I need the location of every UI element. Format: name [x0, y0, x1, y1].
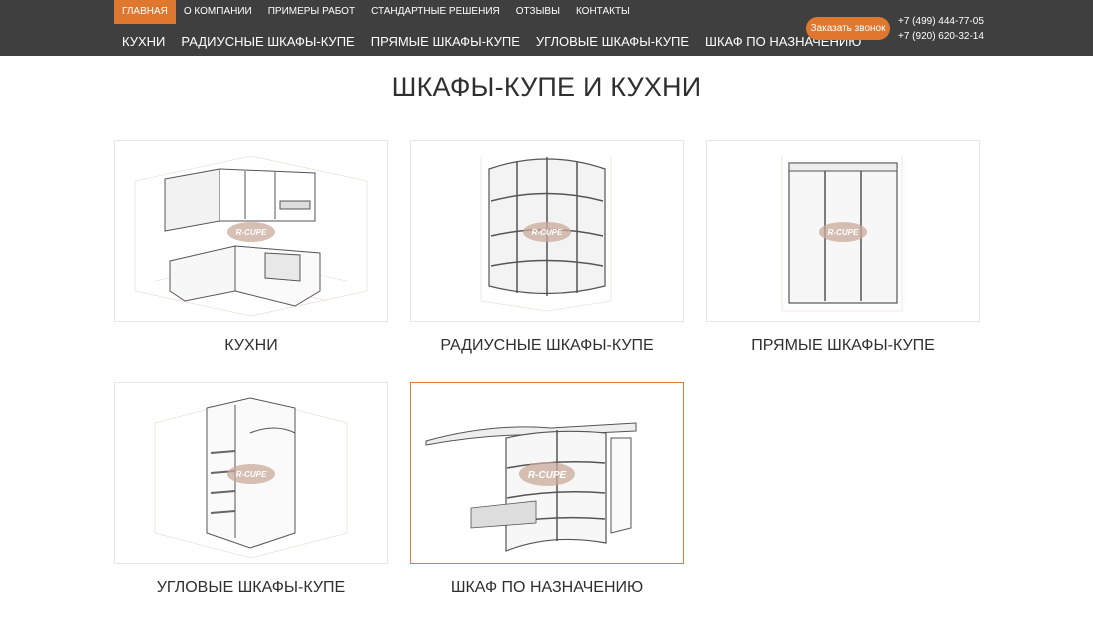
- nav-home[interactable]: ГЛАВНАЯ: [114, 0, 176, 24]
- nav-standard-solutions[interactable]: СТАНДАРТНЫЕ РЕШЕНИЯ: [363, 0, 508, 24]
- card-caption[interactable]: РАДИУСНЫЕ ШКАФЫ-КУПЕ: [410, 337, 684, 355]
- radius-wardrobe-icon: R-CUPE: [480, 156, 612, 312]
- nav-portfolio[interactable]: ПРИМЕРЫ РАБОТ: [260, 0, 363, 24]
- card-image[interactable]: R-CUPE: [114, 140, 388, 322]
- category-straight-wardrobes[interactable]: ПРЯМЫЕ ШКАФЫ-КУПЕ: [363, 32, 528, 52]
- request-call-button[interactable]: Заказать звонок: [806, 17, 890, 40]
- card-custom-wardrobes[interactable]: R-CUPE ШКАФ ПО НАЗНАЧЕНИЮ: [410, 382, 684, 597]
- card-image[interactable]: R-CUPE: [410, 140, 684, 322]
- card-kitchens[interactable]: R-CUPE КУХНИ: [114, 140, 388, 355]
- svg-text:R-CUPE: R-CUPE: [236, 470, 267, 479]
- card-radius-wardrobes[interactable]: R-CUPE РАДИУСНЫЕ ШКАФЫ-КУПЕ: [410, 140, 684, 355]
- card-caption[interactable]: УГЛОВЫЕ ШКАФЫ-КУПЕ: [114, 579, 388, 597]
- card-image[interactable]: R-CUPE: [410, 382, 684, 564]
- nav-about[interactable]: О КОМПАНИИ: [176, 0, 260, 24]
- custom-wardrobe-icon: R-CUPE: [425, 422, 637, 552]
- category-corner-wardrobes[interactable]: УГЛОВЫЕ ШКАФЫ-КУПЕ: [528, 32, 697, 52]
- top-nav: ГЛАВНАЯ О КОМПАНИИ ПРИМЕРЫ РАБОТ СТАНДАР…: [114, 0, 638, 24]
- site-header: ГЛАВНАЯ О КОМПАНИИ ПРИМЕРЫ РАБОТ СТАНДАР…: [0, 0, 1093, 56]
- category-kitchens[interactable]: КУХНИ: [114, 32, 173, 52]
- card-caption[interactable]: ПРЯМЫЕ ШКАФЫ-КУПЕ: [706, 337, 980, 355]
- phone-1[interactable]: +7 (499) 444-77-05: [898, 14, 984, 29]
- category-nav: КУХНИ РАДИУСНЫЕ ШКАФЫ-КУПЕ ПРЯМЫЕ ШКАФЫ-…: [114, 32, 869, 52]
- card-corner-wardrobes[interactable]: R-CUPE УГЛОВЫЕ ШКАФЫ-КУПЕ: [114, 382, 388, 597]
- svg-text:R-CUPE: R-CUPE: [528, 470, 567, 481]
- phone-2[interactable]: +7 (920) 620-32-14: [898, 29, 984, 44]
- svg-text:R-CUPE: R-CUPE: [532, 228, 563, 237]
- phone-numbers: +7 (499) 444-77-05 +7 (920) 620-32-14: [898, 14, 984, 44]
- nav-reviews[interactable]: ОТЗЫВЫ: [508, 0, 568, 24]
- card-image[interactable]: R-CUPE: [706, 140, 980, 322]
- page-title: ШКАФЫ-КУПЕ И КУХНИ: [391, 72, 702, 102]
- category-radius-wardrobes[interactable]: РАДИУСНЫЕ ШКАФЫ-КУПЕ: [173, 32, 362, 52]
- card-image[interactable]: R-CUPE: [114, 382, 388, 564]
- card-caption[interactable]: КУХНИ: [114, 337, 388, 355]
- kitchen-icon: R-CUPE: [134, 155, 368, 317]
- card-caption[interactable]: ШКАФ ПО НАЗНАЧЕНИЮ: [410, 579, 684, 597]
- nav-contacts[interactable]: КОНТАКТЫ: [568, 0, 638, 24]
- svg-text:R-CUPE: R-CUPE: [236, 228, 267, 237]
- straight-wardrobe-icon: R-CUPE: [781, 156, 903, 312]
- corner-wardrobe-icon: R-CUPE: [154, 397, 348, 559]
- svg-text:R-CUPE: R-CUPE: [828, 228, 859, 237]
- card-straight-wardrobes[interactable]: R-CUPE ПРЯМЫЕ ШКАФЫ-КУПЕ: [706, 140, 980, 355]
